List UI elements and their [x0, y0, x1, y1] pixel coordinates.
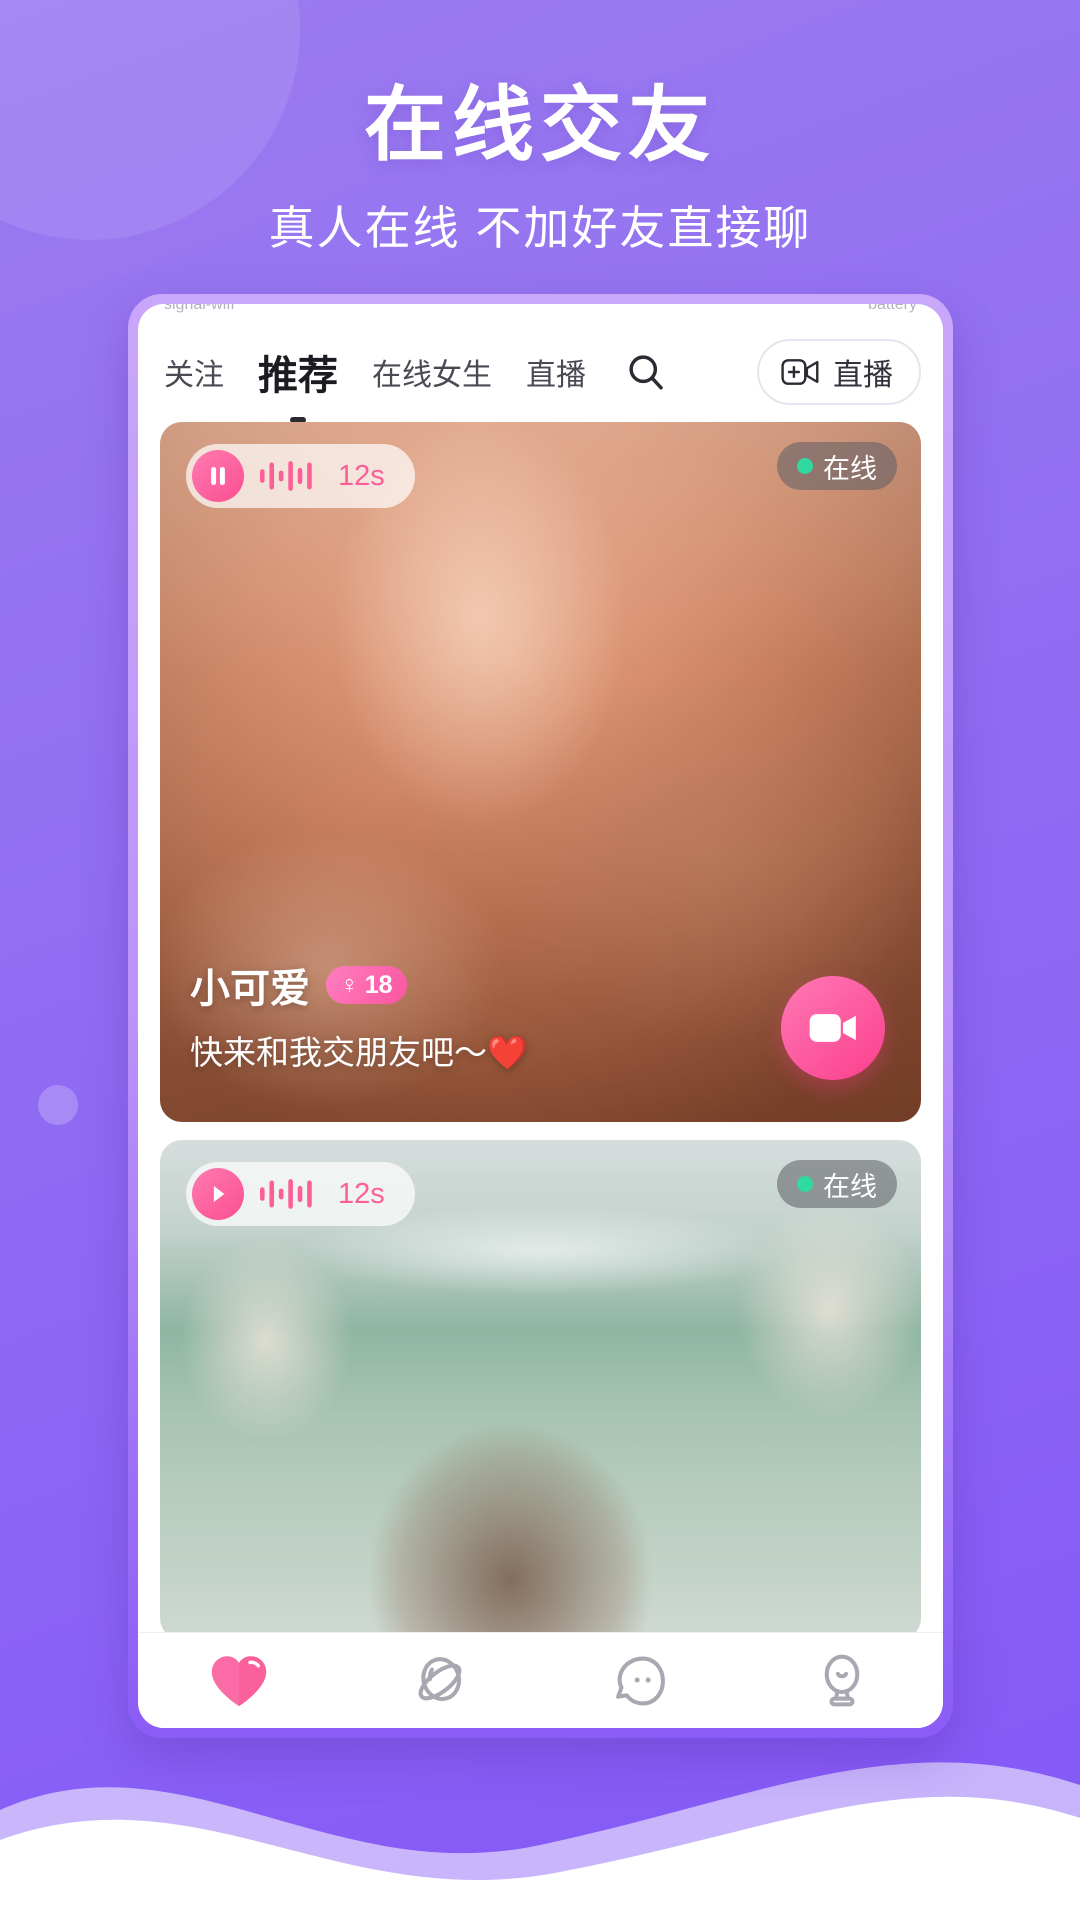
audio-pause-button[interactable]: [192, 450, 244, 502]
tab-recommend-label: 推荐: [258, 354, 338, 398]
promo-title: 在线交友: [363, 80, 716, 171]
audio-waveform-icon: [260, 461, 312, 491]
video-call-icon: [809, 1014, 856, 1042]
status-badge: 在线: [777, 442, 897, 490]
phone-screen: signal-wifi battery 关注 推荐 在线女生 直播 直播 12s…: [138, 304, 943, 1728]
top-navigation: 关注 推荐 在线女生 直播 直播: [138, 326, 943, 423]
feed-card[interactable]: 12s 在线: [160, 1140, 921, 1634]
video-call-button[interactable]: [781, 976, 885, 1080]
audio-player-pill[interactable]: 12s: [186, 444, 415, 508]
bottom-navigation: [138, 1632, 943, 1728]
search-button[interactable]: [624, 350, 668, 394]
feed-list[interactable]: 12s 在线 小可爱 ♀ 18 快来和我交朋友吧～❤️ 12s 在线: [138, 422, 943, 1634]
status-badge-label: 在线: [823, 1171, 877, 1202]
status-bar: signal-wifi battery: [138, 304, 943, 318]
card-user-age: 18: [364, 970, 393, 999]
audio-duration: 12s: [338, 1177, 385, 1210]
play-icon: [213, 1186, 225, 1202]
feed-card[interactable]: 12s 在线 小可爱 ♀ 18 快来和我交朋友吧～❤️: [160, 422, 921, 1122]
start-live-button[interactable]: 直播: [757, 339, 921, 405]
gender-age-badge: ♀ 18: [326, 966, 407, 1004]
heart-icon: [211, 1655, 266, 1706]
status-bar-left: signal-wifi: [164, 304, 235, 313]
status-badge-label: 在线: [823, 453, 877, 484]
planet-icon: [418, 1656, 462, 1701]
nav-messages[interactable]: [581, 1633, 701, 1729]
card-user-message: 快来和我交朋友吧～❤️: [190, 1034, 529, 1071]
audio-player-pill[interactable]: 12s: [186, 1162, 415, 1226]
audio-waveform-icon: [260, 1179, 312, 1209]
online-dot-icon: [797, 1176, 813, 1192]
pause-icon: [211, 467, 225, 485]
start-live-label: 直播: [833, 359, 893, 392]
person-icon: [825, 1654, 860, 1706]
nav-discover[interactable]: [179, 1633, 299, 1729]
phone-frame: signal-wifi battery 关注 推荐 在线女生 直播 直播 12s…: [128, 294, 953, 1738]
audio-play-button[interactable]: [192, 1168, 244, 1220]
video-camera-plus-icon: [781, 359, 819, 385]
tab-live[interactable]: 直播: [526, 350, 586, 394]
search-icon: [629, 355, 663, 390]
tab-online-girls[interactable]: 在线女生: [372, 350, 492, 394]
promo-subtitle: 真人在线 不加好友直接聊: [268, 202, 812, 254]
card-user-info: 小可爱 ♀ 18 快来和我交朋友吧～❤️: [190, 956, 528, 1074]
audio-duration: 12s: [338, 459, 385, 492]
background-dot-left: [38, 1085, 78, 1125]
tab-follow[interactable]: 关注: [164, 350, 224, 394]
chat-face-icon: [616, 1656, 666, 1705]
nav-profile[interactable]: [782, 1633, 902, 1729]
status-bar-right: battery: [868, 304, 917, 313]
status-badge: 在线: [777, 1160, 897, 1208]
card-user-name: 小可爱: [190, 967, 310, 1011]
tab-recommend[interactable]: 推荐: [258, 343, 338, 423]
nav-planet[interactable]: [380, 1633, 500, 1729]
online-dot-icon: [797, 458, 813, 474]
female-icon: ♀: [340, 970, 359, 999]
